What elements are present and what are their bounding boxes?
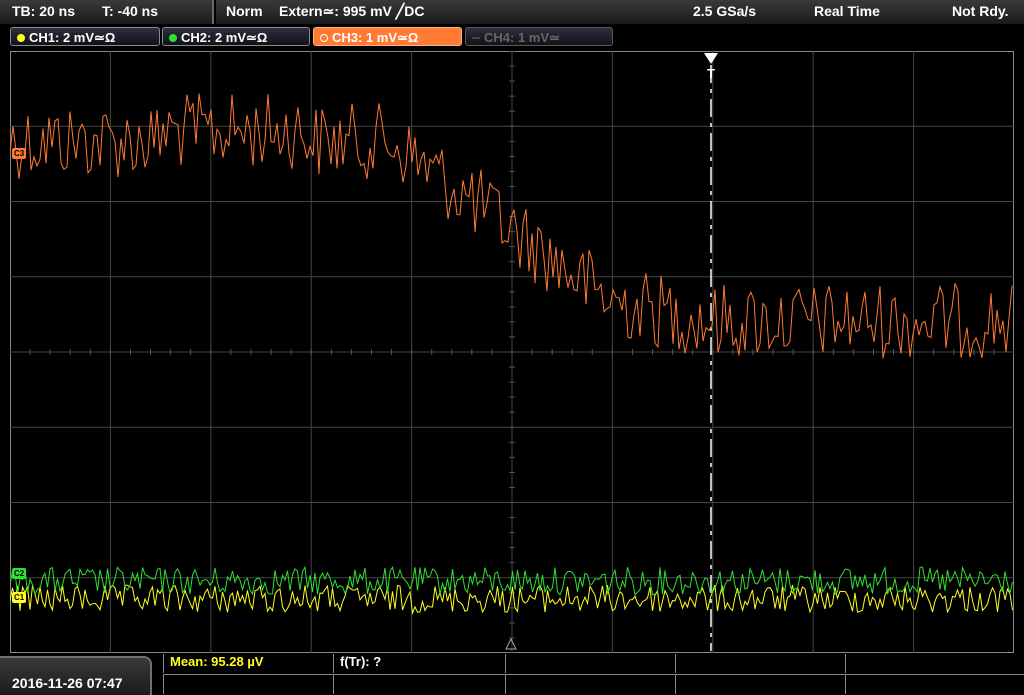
ch3-trace (10, 93, 1013, 359)
sample-rate: 2.5 GSa/s (693, 3, 757, 19)
trigger-marker-label: T (707, 66, 715, 81)
ch2-trace (10, 565, 1013, 596)
tab-ch4[interactable]: CH4: 1 mV≃ (465, 27, 613, 46)
channel-tabs: CH1: 2 mV≃Ω CH2: 2 mV≃Ω CH3: 1 mV≃Ω CH4:… (0, 24, 1024, 50)
datetime-panel: 2016-11-26 07:47 (0, 656, 152, 695)
ch4-dot-icon (472, 37, 480, 39)
tab-ch1[interactable]: CH1: 2 mV≃Ω (10, 27, 160, 46)
trigger-mode: Norm (226, 3, 263, 19)
ch3-label: CH3: 1 mV≃Ω (332, 30, 419, 45)
ch2-level-marker[interactable]: C2 (12, 568, 27, 579)
trigger-source: Extern≃: 995 mV ╱DC (279, 3, 425, 19)
ch4-label: CH4: 1 mV≃ (484, 30, 560, 45)
meas-cell-2: f(Tr): ? (333, 654, 506, 673)
meas-cell-4 (675, 654, 846, 673)
ch3-level-marker[interactable]: C3 (12, 148, 27, 159)
datetime: 2016-11-26 07:47 (12, 675, 123, 691)
ch3-dot-icon (320, 34, 328, 42)
risetime-measurement: f(Tr): ? (340, 654, 382, 669)
ch1-trace (10, 584, 1013, 615)
trigger-time-value: T: -40 ns (102, 3, 159, 19)
ch2-dot-icon (169, 34, 177, 42)
meas-cell-5 (845, 654, 1024, 673)
ch1-dot-icon (17, 34, 25, 42)
graticule (10, 51, 1014, 653)
meas-cell-7 (333, 674, 506, 694)
ch2-label: CH2: 2 mV≃Ω (181, 30, 268, 45)
meas-cell-6 (163, 674, 334, 694)
meas-cell-1: Mean: 95.28 µV (163, 654, 334, 673)
acquisition-mode: Real Time (814, 3, 880, 19)
meas-cell-9 (675, 674, 846, 694)
status-bar: TB: 20 ns T: -40 ns Norm Extern≃: 995 mV… (0, 0, 1024, 24)
acquisition-state: Not Rdy. (952, 3, 1009, 19)
waveform-canvas[interactable]: T (10, 51, 1014, 653)
tab-ch2[interactable]: CH2: 2 mV≃Ω (162, 27, 310, 46)
timebase-value: TB: 20 ns (12, 3, 76, 19)
meas-cell-3 (505, 654, 676, 673)
tab-ch3[interactable]: CH3: 1 mV≃Ω (313, 27, 462, 46)
mean-measurement: Mean: 95.28 µV (170, 654, 264, 669)
measurement-panel[interactable]: Mean: 95.28 µV f(Tr): ? (163, 654, 1024, 695)
trigger-arrow-icon[interactable] (704, 53, 718, 64)
meas-cell-10 (845, 674, 1024, 694)
ch1-label: CH1: 2 mV≃Ω (29, 30, 116, 45)
center-marker-icon (505, 637, 517, 650)
acquisition-panel[interactable]: Norm Extern≃: 995 mV ╱DC 2.5 GSa/s Real … (216, 0, 1024, 24)
meas-cell-8 (505, 674, 676, 694)
ch1-level-marker[interactable]: C1 (12, 592, 27, 603)
timebase-panel[interactable]: TB: 20 ns T: -40 ns (0, 0, 214, 24)
